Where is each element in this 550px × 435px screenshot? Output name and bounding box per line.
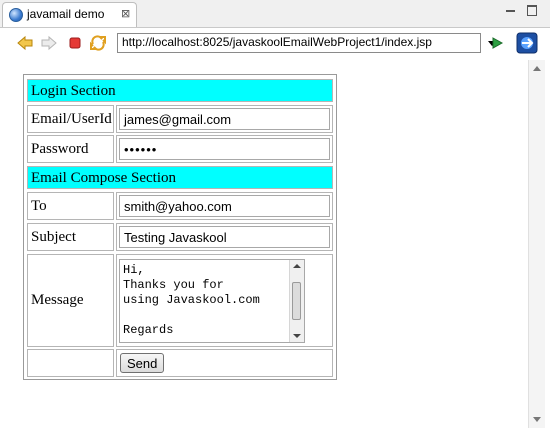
minimize-icon[interactable] [503, 2, 519, 18]
email-input[interactable]: james@gmail.com [119, 108, 330, 130]
go-icon[interactable] [490, 35, 504, 54]
address-bar[interactable]: http://localhost:8025/javaskoolEmailWebP… [117, 33, 481, 53]
scroll-up-icon[interactable] [533, 66, 541, 71]
subject-row: Subject Testing Javaskool [27, 223, 333, 251]
to-label: To [27, 192, 114, 220]
email-form: Login Section Email/UserId james@gmail.c… [23, 74, 337, 380]
scroll-down-icon[interactable] [293, 334, 301, 338]
forward-arrow-icon[interactable] [40, 34, 58, 52]
external-browser-icon[interactable] [516, 32, 538, 58]
maximize-icon[interactable] [524, 2, 540, 18]
refresh-icon[interactable] [89, 34, 107, 52]
password-input[interactable]: •••••• [119, 138, 330, 160]
email-cell: james@gmail.com [116, 105, 333, 133]
email-label: Email/UserId [27, 105, 114, 133]
password-label: Password [27, 135, 114, 163]
page-scrollbar[interactable] [528, 60, 545, 428]
globe-icon [9, 8, 23, 22]
scroll-down-icon[interactable] [533, 417, 541, 422]
to-row: To smith@yahoo.com [27, 192, 333, 220]
subject-input[interactable]: Testing Javaskool [119, 226, 330, 248]
message-label: Message [27, 254, 114, 347]
password-row: Password •••••• [27, 135, 333, 163]
stop-icon[interactable] [66, 34, 84, 52]
scroll-up-icon[interactable] [293, 264, 301, 268]
message-textarea[interactable]: Hi, Thanks you for using Javaskool.com R… [119, 259, 305, 343]
message-cell: Hi, Thanks you for using Javaskool.com R… [116, 254, 333, 347]
password-cell: •••••• [116, 135, 333, 163]
tab-javamail-demo[interactable]: javamail demo ⊠ [2, 2, 137, 27]
close-icon[interactable]: ⊠ [121, 7, 130, 20]
message-scrollbar[interactable] [289, 260, 304, 342]
tab-title: javamail demo [27, 7, 105, 21]
to-input[interactable]: smith@yahoo.com [119, 195, 330, 217]
to-cell: smith@yahoo.com [116, 192, 333, 220]
send-button[interactable]: Send [120, 353, 165, 373]
subject-cell: Testing Javaskool [116, 223, 333, 251]
scroll-thumb[interactable] [292, 282, 301, 320]
compose-section-header: Email Compose Section [27, 166, 333, 189]
login-section-header: Login Section [27, 79, 333, 102]
subject-label: Subject [27, 223, 114, 251]
send-label-cell [27, 349, 114, 377]
tab-bar: javamail demo ⊠ [0, 0, 550, 28]
email-row: Email/UserId james@gmail.com [27, 105, 333, 133]
message-text: Hi, Thanks you for using Javaskool.com R… [123, 263, 260, 337]
send-cell: Send [116, 349, 333, 377]
message-row: Message Hi, Thanks you for using Javasko… [27, 254, 333, 347]
address-url: http://localhost:8025/javaskoolEmailWebP… [122, 35, 432, 49]
back-arrow-icon[interactable] [16, 34, 34, 52]
send-row: Send [27, 349, 333, 377]
